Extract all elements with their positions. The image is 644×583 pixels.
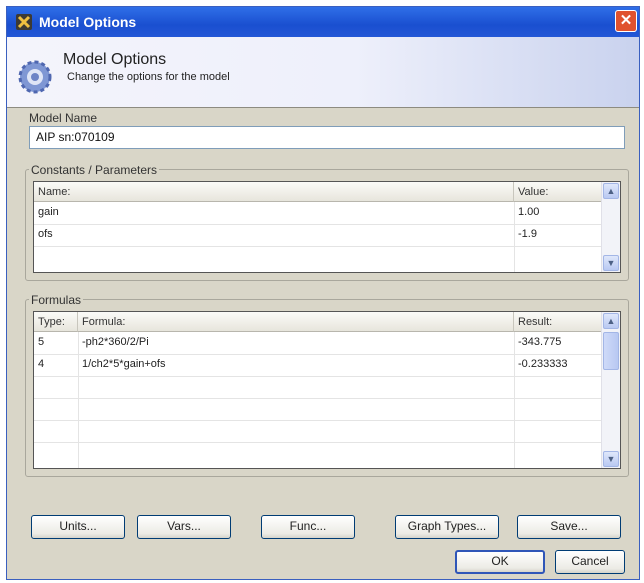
formulas-group-label: Formulas bbox=[29, 293, 84, 307]
table-row-result[interactable]: -343.775 bbox=[514, 336, 602, 348]
vars-button[interactable]: Vars... bbox=[137, 515, 231, 539]
row-divider bbox=[34, 398, 604, 399]
banner-heading: Model Options bbox=[63, 51, 167, 68]
row-divider bbox=[34, 224, 604, 225]
window-title: Model Options bbox=[39, 14, 137, 30]
scroll-up-icon[interactable]: ▲ bbox=[603, 313, 619, 329]
graph-types-button[interactable]: Graph Types... bbox=[395, 515, 499, 539]
constants-scrollbar[interactable]: ▲ ▼ bbox=[601, 182, 620, 272]
table-row-result[interactable]: -0.233333 bbox=[514, 358, 602, 370]
header-banner: Model Options Change the options for the… bbox=[7, 37, 639, 108]
table-row-formula[interactable]: -ph2*360/2/Pi bbox=[78, 336, 514, 348]
table-row-formula[interactable]: 1/ch2*5*gain+ofs bbox=[78, 358, 514, 370]
table-row-value[interactable]: 1.00 bbox=[514, 206, 602, 224]
formulas-table[interactable]: Type: Formula: Result: 5 -ph2*360/2/Pi -… bbox=[33, 311, 621, 469]
column-divider bbox=[78, 332, 79, 468]
row-divider bbox=[34, 354, 604, 355]
column-header-name[interactable]: Name: bbox=[34, 182, 514, 202]
table-row-type[interactable]: 4 bbox=[34, 358, 78, 370]
banner-subtitle: Change the options for the model bbox=[67, 71, 230, 83]
row-divider bbox=[34, 376, 604, 377]
ok-button[interactable]: OK bbox=[455, 550, 545, 574]
table-row-type[interactable]: 5 bbox=[34, 336, 78, 348]
model-options-dialog: Model Options ✕ Model Options Change the… bbox=[6, 6, 640, 580]
constants-group-label: Constants / Parameters bbox=[29, 163, 160, 177]
save-button[interactable]: Save... bbox=[517, 515, 621, 539]
scroll-down-icon[interactable]: ▼ bbox=[603, 451, 619, 467]
column-header-value[interactable]: Value: bbox=[514, 182, 602, 202]
row-divider bbox=[34, 420, 604, 421]
model-name-input[interactable]: AIP sn:070109 bbox=[29, 126, 625, 149]
gear-icon bbox=[18, 60, 52, 94]
scroll-down-icon[interactable]: ▼ bbox=[603, 255, 619, 271]
row-divider bbox=[34, 246, 604, 247]
table-row-name[interactable]: ofs bbox=[34, 228, 514, 246]
scroll-thumb[interactable] bbox=[603, 332, 619, 370]
units-button[interactable]: Units... bbox=[31, 515, 125, 539]
table-row-value[interactable]: -1.9 bbox=[514, 228, 602, 246]
model-name-label: Model Name bbox=[29, 111, 98, 125]
scroll-up-icon[interactable]: ▲ bbox=[603, 183, 619, 199]
column-divider bbox=[514, 332, 515, 468]
func-button[interactable]: Func... bbox=[261, 515, 355, 539]
title-bar[interactable]: Model Options ✕ bbox=[7, 7, 639, 37]
table-row-name[interactable]: gain bbox=[34, 206, 514, 224]
cancel-button[interactable]: Cancel bbox=[555, 550, 625, 574]
column-header-type[interactable]: Type: bbox=[34, 312, 78, 332]
column-header-formula[interactable]: Formula: bbox=[78, 312, 514, 332]
close-icon[interactable]: ✕ bbox=[615, 10, 637, 32]
formulas-scrollbar[interactable]: ▲ ▼ bbox=[601, 312, 620, 468]
column-header-result[interactable]: Result: bbox=[514, 312, 602, 332]
constants-table[interactable]: Name: Value: gain 1.00 ofs -1.9 ▲ ▼ bbox=[33, 181, 621, 273]
row-divider bbox=[34, 442, 604, 443]
app-icon bbox=[16, 14, 32, 30]
